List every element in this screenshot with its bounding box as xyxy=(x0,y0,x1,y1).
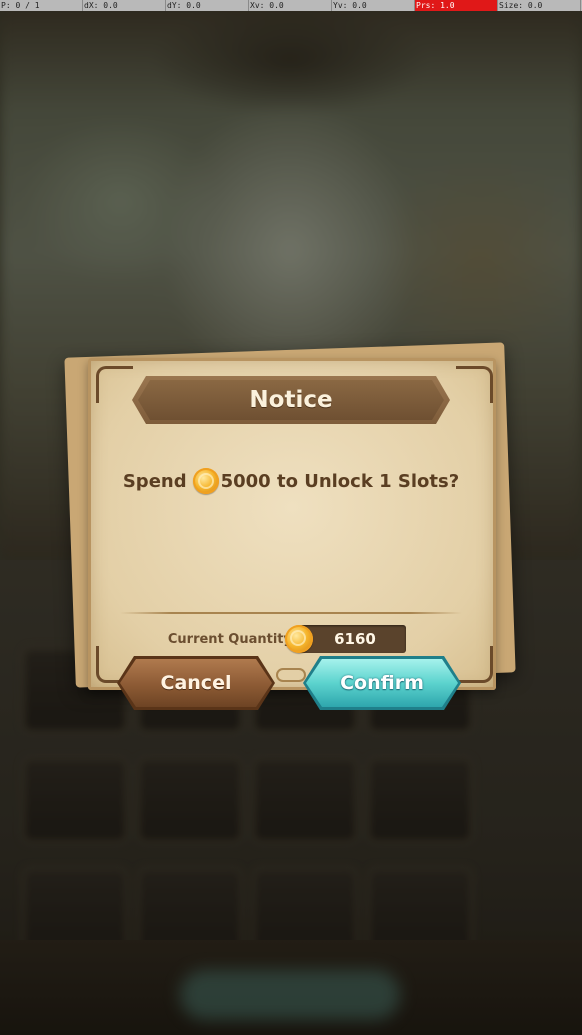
dialog-knot-ornament xyxy=(276,668,306,682)
pointer-debug-bar: P: 0 / 1 dX: 0.0 dY: 0.0 Xv: 0.0 Yv: 0.0… xyxy=(0,0,582,11)
gold-coin-icon xyxy=(192,468,219,494)
dialog-title: Notice xyxy=(249,387,333,413)
message-suffix: 5000 to Unlock 1 Slots? xyxy=(220,470,460,492)
debug-pointer-count: P: 0 / 1 xyxy=(0,0,83,11)
current-quantity-value: 6160 xyxy=(334,630,376,648)
confirm-button[interactable]: Confirm xyxy=(306,659,458,707)
current-quantity-label: Current Quantity xyxy=(167,631,292,647)
debug-xv: Xv: 0.0 xyxy=(249,0,332,11)
dialog-corner-ornament xyxy=(456,646,493,683)
dialog-corner-ornament xyxy=(456,366,493,403)
dialog-corner-ornament xyxy=(96,366,133,403)
debug-pressure: Prs: 1.0 xyxy=(415,0,498,11)
cancel-button[interactable]: Cancel xyxy=(120,659,272,707)
debug-size: Size: 0.0 xyxy=(498,0,581,11)
debug-yv: Yv: 0.0 xyxy=(332,0,415,11)
debug-dx: dX: 0.0 xyxy=(83,0,166,11)
dialog-divider xyxy=(120,612,462,614)
debug-dy: dY: 0.0 xyxy=(166,0,249,11)
message-prefix: Spend xyxy=(122,470,187,492)
dialog-message: Spend 5000 to Unlock 1 Slots? xyxy=(100,462,482,500)
gold-coin-icon xyxy=(285,625,313,653)
